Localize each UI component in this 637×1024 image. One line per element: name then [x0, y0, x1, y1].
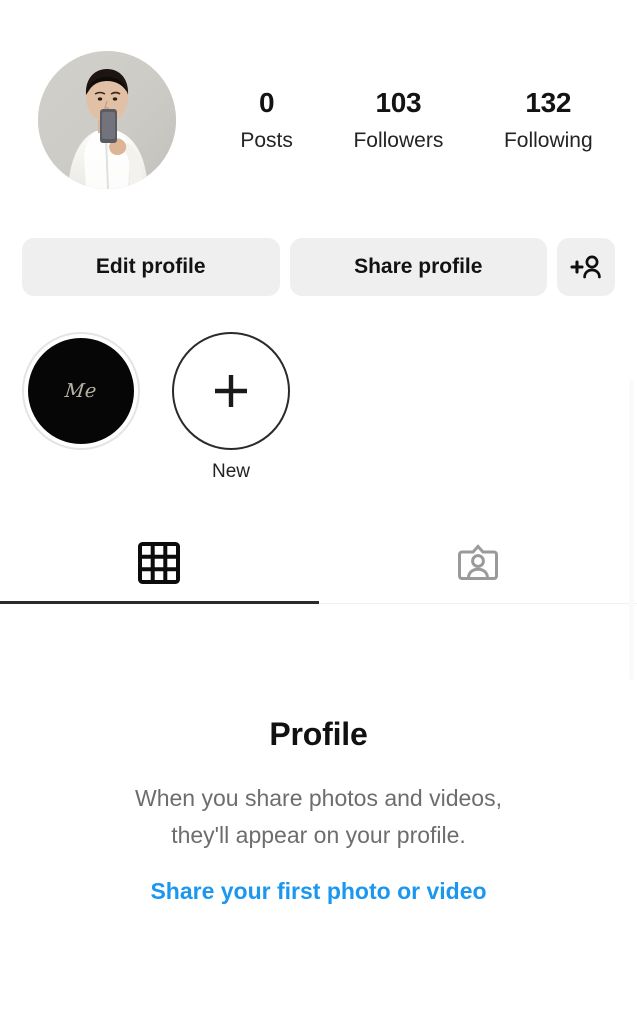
highlight-cover: Me [28, 338, 134, 444]
highlight-new-label: New [211, 461, 250, 482]
discover-people-button[interactable] [557, 238, 615, 296]
highlight-new[interactable]: New [172, 332, 290, 483]
stat-following[interactable]: 132 Following [504, 87, 593, 152]
stat-following-value: 132 [525, 87, 572, 119]
add-person-icon [570, 255, 601, 279]
new-highlight-circle [172, 332, 290, 450]
profile-avatar-icon [38, 51, 176, 189]
stat-posts[interactable]: 0 Posts [240, 87, 293, 152]
stat-posts-label: Posts [240, 128, 293, 152]
stat-followers-label: Followers [353, 128, 444, 152]
tab-grid[interactable] [0, 522, 319, 604]
empty-state-body-line1: When you share photos and videos, [135, 785, 502, 811]
share-profile-button[interactable]: Share profile [289, 238, 547, 296]
plus-icon [215, 375, 247, 407]
highlight-ring: Me [22, 332, 140, 450]
highlight-me[interactable]: Me [22, 332, 140, 461]
grid-icon [138, 542, 181, 584]
stat-followers[interactable]: 103 Followers [353, 87, 443, 152]
vertical-scrollbar[interactable] [629, 380, 634, 680]
profile-tabs [0, 522, 637, 604]
story-highlights: Me New [0, 332, 637, 482]
avatar[interactable] [38, 51, 176, 189]
tab-tagged[interactable] [319, 522, 637, 604]
tab-active-underline [0, 601, 319, 604]
tagged-person-icon [457, 544, 498, 580]
profile-actions: Edit profile Share profile [0, 238, 637, 296]
instagram-profile-screen: 0 Posts 103 Followers 132 Following Edit… [0, 0, 637, 1024]
stat-followers-value: 103 [375, 87, 422, 119]
empty-state-body: When you share photos and videos, they'l… [0, 780, 637, 854]
empty-state-title: Profile [269, 716, 368, 752]
empty-state: Profile When you share photos and videos… [0, 716, 637, 905]
stat-following-label: Following [503, 128, 593, 152]
edit-profile-button[interactable]: Edit profile [22, 238, 280, 296]
stat-posts-value: 0 [258, 87, 275, 119]
profile-stats: 0 Posts 103 Followers 132 Following [176, 50, 637, 190]
share-first-photo-link[interactable]: Share your first photo or video [150, 878, 486, 905]
empty-state-body-line2: they'll appear on your profile. [171, 821, 466, 848]
profile-header: 0 Posts 103 Followers 132 Following [0, 50, 637, 190]
highlight-cover-text: Me [63, 380, 98, 402]
